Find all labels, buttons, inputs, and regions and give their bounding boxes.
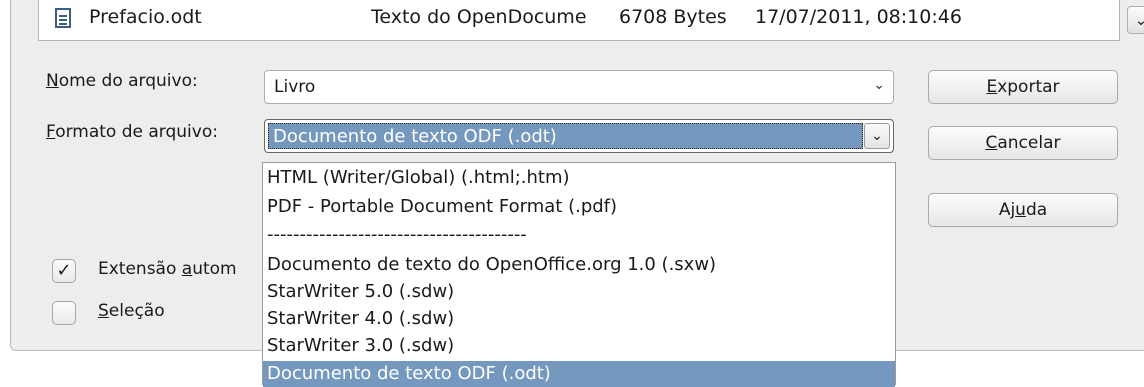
format-label: Formato de arquivo: bbox=[46, 122, 218, 142]
format-selected[interactable]: Documento de texto ODF (.odt) bbox=[268, 123, 863, 149]
help-button[interactable]: Ajuda bbox=[928, 193, 1118, 227]
format-option[interactable]: StarWriter 3.0 (.sdw) bbox=[263, 333, 895, 359]
file-modified: 17/07/2011, 08:10:46 bbox=[755, 6, 962, 28]
chevron-down-icon[interactable]: ⌄ bbox=[873, 77, 885, 93]
format-option[interactable]: StarWriter 4.0 (.sdw) bbox=[263, 306, 895, 332]
format-option[interactable]: HTML (Writer/Global) (.html;.htm) bbox=[263, 165, 895, 191]
check-icon: ✓ bbox=[56, 260, 72, 281]
filename-value[interactable]: Livro bbox=[274, 77, 315, 97]
format-dropdown-list[interactable]: HTML (Writer/Global) (.html;.htm) PDF - … bbox=[262, 162, 896, 387]
file-name: Prefacio.odt bbox=[89, 6, 202, 28]
cancel-button[interactable]: Cancelar bbox=[928, 126, 1118, 160]
file-list[interactable]: Prefacio.odt Texto do OpenDocume 6708 By… bbox=[38, 0, 1144, 41]
format-option-selected[interactable]: Documento de texto ODF (.odt) bbox=[263, 361, 895, 387]
format-option[interactable]: StarWriter 5.0 (.sdw) bbox=[263, 279, 895, 305]
auto-extension-checkbox[interactable]: ✓ bbox=[52, 259, 76, 283]
format-separator: ---------------------------------------- bbox=[267, 224, 527, 245]
filename-input[interactable]: Livro ⌄ bbox=[264, 70, 894, 104]
format-option[interactable]: Documento de texto do OpenOffice.org 1.0… bbox=[263, 252, 895, 278]
chevron-down-icon[interactable]: ⌄ bbox=[864, 123, 890, 149]
file-type: Texto do OpenDocume bbox=[371, 6, 587, 28]
selection-label[interactable]: Seleção bbox=[98, 301, 165, 321]
file-row[interactable]: Prefacio.odt Texto do OpenDocume 6708 By… bbox=[39, 6, 1109, 34]
document-icon bbox=[55, 8, 71, 28]
file-size: 6708 Bytes bbox=[619, 6, 727, 28]
format-value: Documento de texto ODF (.odt) bbox=[273, 126, 557, 147]
format-select[interactable]: Documento de texto ODF (.odt) ⌄ bbox=[264, 119, 894, 153]
filename-label: Nome do arquivo: bbox=[46, 71, 198, 91]
chevron-down-icon[interactable]: ⌄ bbox=[1127, 6, 1144, 34]
format-option[interactable]: PDF - Portable Document Format (.pdf) bbox=[263, 194, 895, 220]
export-button[interactable]: Exportar bbox=[928, 70, 1118, 104]
auto-extension-label[interactable]: Extensão autom bbox=[98, 259, 237, 279]
selection-checkbox[interactable] bbox=[52, 301, 76, 325]
